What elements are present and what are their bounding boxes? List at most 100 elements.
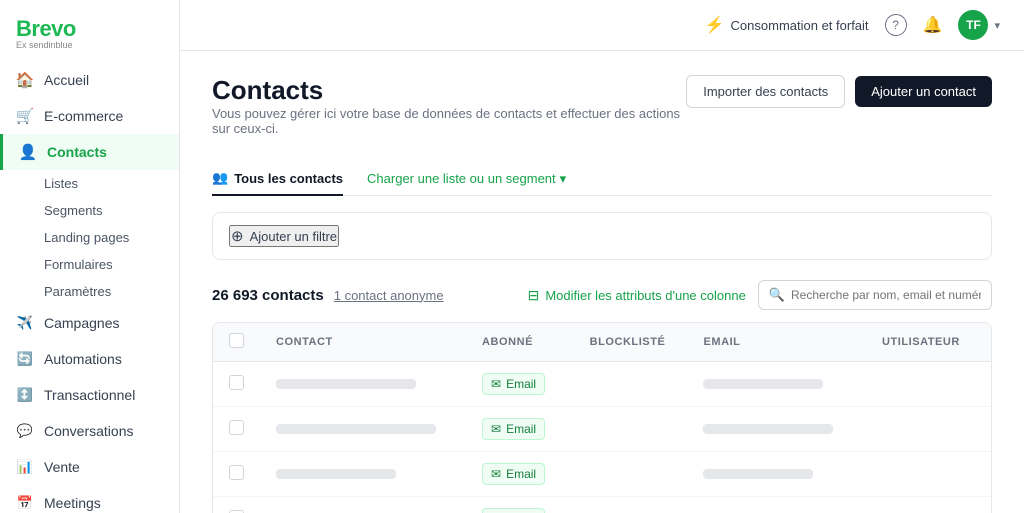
- row-checkbox-cell: [213, 407, 260, 452]
- import-contacts-button[interactable]: Importer des contacts: [686, 75, 845, 108]
- row-checkbox[interactable]: [229, 375, 244, 390]
- main-panel: ⚡ Consommation et forfait ? 🔔 TF ▾ Conta…: [180, 0, 1024, 513]
- email-tag-icon: ✉: [491, 467, 501, 481]
- brand-sub: Ex sendinblue: [16, 40, 163, 50]
- blockliste-cell: [574, 407, 688, 452]
- sidebar-item-accueil[interactable]: 🏠 Accueil: [0, 62, 179, 98]
- row-checkbox-cell: [213, 497, 260, 513]
- email-tag-label: Email: [506, 467, 536, 481]
- help-icon: ?: [885, 14, 907, 36]
- select-all-header: [213, 323, 260, 362]
- campagnes-icon: ✈️: [16, 314, 34, 332]
- sidebar-item-label: Conversations: [44, 423, 134, 439]
- email-tag-icon: ✉: [491, 377, 501, 391]
- user-menu[interactable]: TF ▾: [958, 10, 1000, 40]
- contact-skeleton: [276, 469, 396, 479]
- email-tag: ✉ Email: [482, 508, 545, 513]
- page-header: Contacts Vous pouvez gérer ici votre bas…: [212, 75, 992, 156]
- page-content: Contacts Vous pouvez gérer ici votre bas…: [180, 51, 1024, 513]
- contacts-table: CONTACT ABONNÉ BLOCKLISTÉ EMAIL UTILISAT…: [212, 322, 992, 513]
- email-cell: [687, 452, 866, 497]
- table-row: ✉ Email: [213, 407, 991, 452]
- search-input[interactable]: [791, 288, 981, 302]
- row-checkbox[interactable]: [229, 465, 244, 480]
- sidebar-item-label: Vente: [44, 459, 80, 475]
- email-cell: [687, 497, 866, 513]
- sidebar-item-listes[interactable]: Listes: [44, 170, 179, 197]
- table-row: ✉ Email: [213, 497, 991, 513]
- sidebar-item-transactionnel[interactable]: ↕️ Transactionnel: [0, 377, 179, 413]
- sidebar-item-label: Contacts: [47, 144, 107, 160]
- add-filter-label: Ajouter un filtre: [250, 229, 337, 244]
- filter-bar: ⊕ Ajouter un filtre: [212, 212, 992, 260]
- email-tag: ✉ Email: [482, 463, 545, 485]
- sidebar-item-conversations[interactable]: 💬 Conversations: [0, 413, 179, 449]
- users-icon: 👥: [212, 170, 228, 186]
- anon-link[interactable]: 1 contact anonyme: [334, 288, 444, 303]
- abonne-cell: ✉ Email: [466, 362, 574, 407]
- col-header-blockliste: BLOCKLISTÉ: [574, 323, 688, 362]
- sidebar-item-label: Transactionnel: [44, 387, 135, 403]
- consommation-link[interactable]: ⚡ Consommation et forfait: [705, 15, 869, 35]
- sidebar-item-meetings[interactable]: 📅 Meetings: [0, 485, 179, 513]
- table-header-row: CONTACT ABONNÉ BLOCKLISTÉ EMAIL UTILISAT…: [213, 323, 991, 362]
- add-filter-icon: ⊕: [231, 227, 244, 245]
- col-header-utilisateur: UTILISATEUR: [866, 323, 991, 362]
- sidebar-item-label: Meetings: [44, 495, 101, 511]
- bell-icon: 🔔: [923, 15, 943, 35]
- search-box: 🔍: [758, 280, 992, 310]
- sidebar-item-formulaires[interactable]: Formulaires: [44, 251, 179, 278]
- tab-all-contacts[interactable]: 👥 Tous les contacts: [212, 162, 343, 196]
- select-all-checkbox[interactable]: [229, 333, 244, 348]
- table-row: ✉ Email: [213, 362, 991, 407]
- table-row: ✉ Email: [213, 452, 991, 497]
- tabs-row: 👥 Tous les contacts Charger une liste ou…: [212, 162, 992, 196]
- edit-cols-label: Modifier les attributs d'une colonne: [545, 288, 745, 303]
- sidebar-item-contacts[interactable]: 👤 Contacts: [0, 134, 179, 170]
- ecommerce-icon: 🛒: [16, 107, 34, 125]
- blockliste-cell: [574, 497, 688, 513]
- table-body: ✉ Email: [213, 362, 991, 513]
- sidebar-item-parametres[interactable]: Paramètres: [44, 278, 179, 305]
- col-header-contact: CONTACT: [260, 323, 466, 362]
- blockliste-cell: [574, 452, 688, 497]
- brand-name: Brevo: [16, 16, 163, 42]
- email-skeleton: [703, 469, 813, 479]
- header-actions: Importer des contacts Ajouter un contact: [686, 75, 992, 108]
- lightning-icon: ⚡: [705, 15, 725, 35]
- sidebar-item-vente[interactable]: 📊 Vente: [0, 449, 179, 485]
- row-checkbox[interactable]: [229, 420, 244, 435]
- col-header-email: EMAIL: [687, 323, 866, 362]
- sidebar-item-label: Automations: [44, 351, 122, 367]
- notifications-button[interactable]: 🔔: [923, 15, 943, 35]
- sidebar-item-label: E-commerce: [44, 108, 123, 124]
- abonne-cell: ✉ Email: [466, 452, 574, 497]
- email-tag-icon: ✉: [491, 422, 501, 436]
- abonne-cell: ✉ Email: [466, 497, 574, 513]
- sidebar-item-automations[interactable]: 🔄 Automations: [0, 341, 179, 377]
- email-tag-label: Email: [506, 377, 536, 391]
- sidebar-item-segments[interactable]: Segments: [44, 197, 179, 224]
- contact-cell: [260, 452, 466, 497]
- topbar: ⚡ Consommation et forfait ? 🔔 TF ▾: [180, 0, 1024, 51]
- sidebar-item-label: Accueil: [44, 72, 89, 88]
- table-head: CONTACT ABONNÉ BLOCKLISTÉ EMAIL UTILISAT…: [213, 323, 991, 362]
- contact-cell: [260, 497, 466, 513]
- add-contact-button[interactable]: Ajouter un contact: [855, 76, 992, 107]
- tab-label: Tous les contacts: [234, 171, 343, 186]
- help-button[interactable]: ?: [885, 14, 907, 36]
- contacts-sub-menu: Listes Segments Landing pages Formulaire…: [0, 170, 179, 305]
- sidebar-item-landing-pages[interactable]: Landing pages: [44, 224, 179, 251]
- edit-columns-button[interactable]: ⊟ Modifier les attributs d'une colonne: [528, 287, 746, 304]
- col-header-abonne: ABONNÉ: [466, 323, 574, 362]
- stats-row: 26 693 contacts 1 contact anonyme ⊟ Modi…: [212, 280, 992, 310]
- tab-load-list[interactable]: Charger une liste ou un segment ▾: [367, 171, 566, 187]
- add-filter-button[interactable]: ⊕ Ajouter un filtre: [229, 225, 339, 247]
- blockliste-cell: [574, 362, 688, 407]
- tab-dropdown-label: Charger une liste ou un segment: [367, 171, 556, 186]
- row-checkbox-cell: [213, 362, 260, 407]
- sidebar-item-ecommerce[interactable]: 🛒 E-commerce: [0, 98, 179, 134]
- sidebar-item-campagnes[interactable]: ✈️ Campagnes: [0, 305, 179, 341]
- vente-icon: 📊: [16, 458, 34, 476]
- page-title: Contacts: [212, 75, 686, 106]
